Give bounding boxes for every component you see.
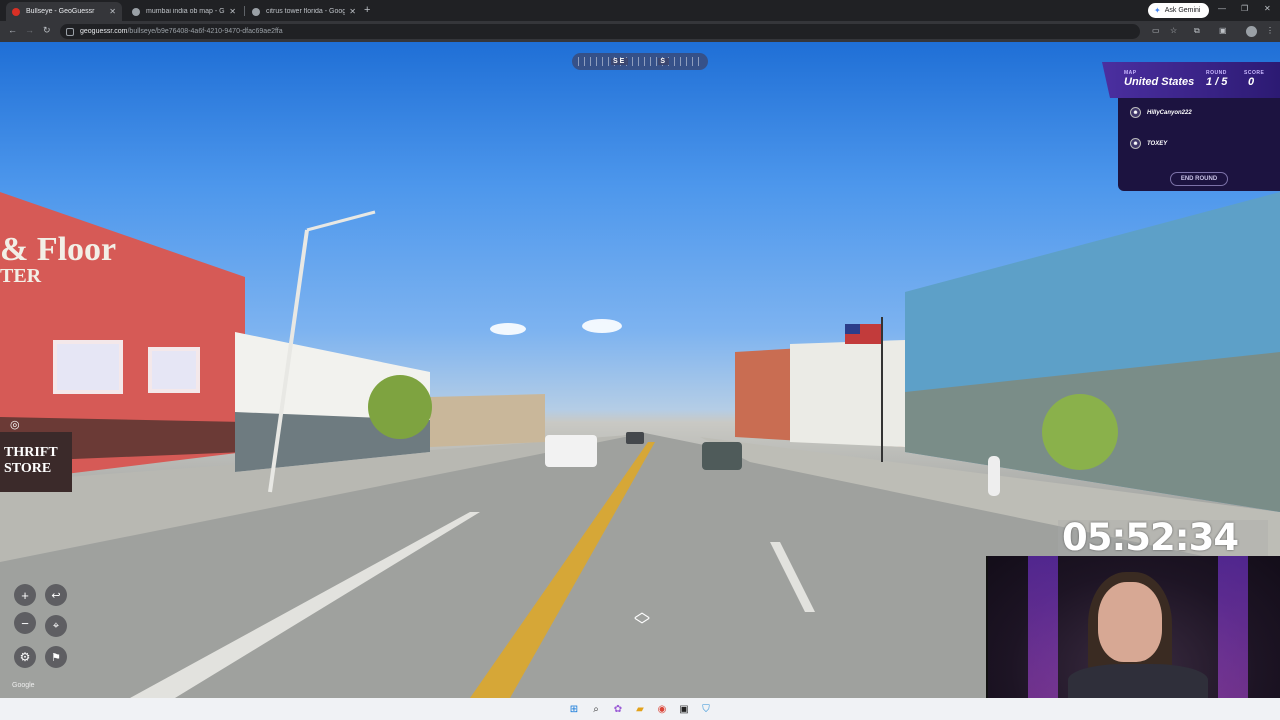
store-sign-text: TER	[0, 265, 42, 287]
player-row: ☻ HillyCanyon222	[1130, 107, 1192, 118]
thrift-sign-text: THRIFT	[4, 445, 58, 460]
close-window-icon[interactable]: ✕	[1264, 4, 1271, 13]
tab-label: mumbai india ob map - Google	[146, 8, 225, 15]
tab-label: Bullseye - GeoGuessr	[26, 8, 95, 15]
tab-strip: Bullseye - GeoGuessr ✕ mumbai india ob m…	[0, 0, 1280, 21]
thrift-sign-text: STORE	[4, 461, 51, 476]
shield-icon[interactable]: ⛉	[699, 702, 713, 716]
neon-light	[1218, 556, 1248, 698]
site-info-icon[interactable]	[66, 27, 74, 36]
ask-gemini-button[interactable]: ✦ Ask Gemini	[1148, 3, 1209, 18]
player-avatar-icon: ☻	[1130, 138, 1141, 149]
windows-taskbar: ⊞ ⌕ ✿ ▰ ◉ ▣ ⛉	[0, 698, 1280, 720]
webcam-overlay	[986, 556, 1280, 698]
street-view-panorama[interactable]: & Floor TER THRIFT STORE SE S MAP United…	[0, 42, 1280, 698]
return-icon[interactable]: ↩	[45, 584, 67, 606]
streamer-body	[1068, 664, 1208, 698]
extensions-icon[interactable]: ⧉	[1194, 26, 1200, 36]
player-name: HillyCanyon222	[1147, 109, 1192, 116]
profile-avatar[interactable]	[1246, 26, 1257, 37]
flag-icon[interactable]: ⚑	[45, 646, 67, 668]
cast-icon[interactable]: ▭	[1152, 26, 1160, 35]
zoom-out-button[interactable]: −	[14, 612, 36, 634]
ask-gemini-label: Ask Gemini	[1164, 7, 1201, 14]
close-tab-icon[interactable]: ✕	[109, 7, 116, 16]
google-attribution: Google	[12, 682, 35, 689]
forward-icon[interactable]: →	[25, 25, 34, 35]
url-host: geoguessr.com	[80, 28, 128, 35]
file-explorer-icon[interactable]: ▰	[633, 702, 647, 716]
compass-heading-se: SE	[610, 58, 629, 65]
plus-icon[interactable]: +	[364, 4, 370, 16]
address-bar[interactable]: geoguessr.com /bullseye/b9e76408-4a6f-42…	[60, 24, 1140, 39]
end-round-button[interactable]: END ROUND	[1170, 172, 1228, 186]
streamer-face	[1098, 582, 1162, 662]
windows-start-icon[interactable]: ⊞	[567, 702, 581, 716]
tan-building	[430, 394, 545, 447]
browser-toolbar: ← → ↻ geoguessr.com /bullseye/b9e76408-4…	[0, 21, 1280, 42]
white-pickup-truck	[545, 435, 597, 467]
tab-separator	[244, 6, 245, 16]
player-avatar-icon: ☻	[1130, 107, 1141, 118]
round-value: 1 / 5	[1206, 76, 1228, 88]
distant-car	[626, 432, 644, 444]
maximize-icon[interactable]: ❐	[1241, 4, 1248, 13]
search-icon[interactable]: ⌕	[589, 702, 603, 716]
tab-label: citrus tower florida - Google Se	[266, 8, 346, 15]
window	[53, 340, 123, 394]
minimize-icon[interactable]: —	[1218, 4, 1226, 13]
white-shop-building	[790, 340, 905, 447]
pedestrian	[988, 456, 1000, 496]
gear-icon[interactable]: ⚙	[14, 646, 36, 668]
url-path: /bullseye/b9e76408-4a6f-4210-9470-dfac69…	[127, 28, 283, 35]
compass-heading-s: S	[658, 58, 669, 65]
copilot-icon[interactable]: ✿	[611, 702, 625, 716]
green-pickup-truck	[702, 442, 742, 470]
google-favicon-icon	[252, 7, 260, 16]
close-tab-icon[interactable]: ✕	[349, 7, 356, 16]
move-forward-chevron-icon[interactable]: ︿ ﹀	[620, 605, 664, 636]
compass-bar[interactable]: SE S	[572, 53, 708, 70]
player-row: ☻ TOXEY	[1130, 138, 1167, 149]
window	[148, 347, 200, 393]
player-name: TOXEY	[1147, 140, 1168, 147]
zoom-in-button[interactable]: +	[14, 584, 36, 606]
bookmark-star-icon[interactable]: ☆	[1170, 26, 1177, 35]
compass-ticks	[578, 57, 702, 66]
store-sign-text: & Floor	[0, 231, 116, 268]
tree	[1042, 394, 1118, 470]
cloud	[582, 319, 622, 333]
game-status-header: MAP United States ROUND 1 / 5 SCORE 0	[1102, 62, 1280, 98]
streetlight-arm	[306, 210, 376, 232]
players-panel: ☻ HillyCanyon222 ☻ TOXEY END ROUND	[1118, 98, 1280, 191]
reload-icon[interactable]: ↻	[43, 25, 51, 36]
chrome-icon[interactable]: ◉	[655, 702, 669, 716]
tree	[368, 375, 432, 439]
map-value: United States	[1124, 76, 1195, 88]
cloud	[490, 323, 526, 335]
geoguessr-favicon-icon	[12, 7, 20, 16]
terminal-icon[interactable]: ▣	[677, 702, 691, 716]
stream-timer: 05:52:34	[1062, 516, 1239, 559]
menu-kebab-icon[interactable]: ⋮	[1266, 26, 1274, 35]
camera-switch-icon[interactable]: ◎	[10, 418, 20, 431]
side-panel-icon[interactable]: ▣	[1219, 26, 1227, 35]
location-pin-icon[interactable]: ⌖	[45, 615, 67, 637]
close-tab-icon[interactable]: ✕	[229, 7, 236, 16]
score-value: 0	[1248, 76, 1255, 88]
tab-citrus-search[interactable]: citrus tower florida - Google Se ✕	[246, 2, 362, 21]
neon-light	[1028, 556, 1058, 698]
american-flag-canton	[845, 324, 860, 334]
back-icon[interactable]: ←	[8, 25, 17, 35]
gemini-sparkle-icon: ✦	[1154, 6, 1161, 15]
tab-mumbai-search[interactable]: mumbai india ob map - Google ✕	[126, 2, 242, 21]
tab-geoguessr[interactable]: Bullseye - GeoGuessr ✕	[6, 2, 122, 21]
google-favicon-icon	[132, 7, 140, 16]
